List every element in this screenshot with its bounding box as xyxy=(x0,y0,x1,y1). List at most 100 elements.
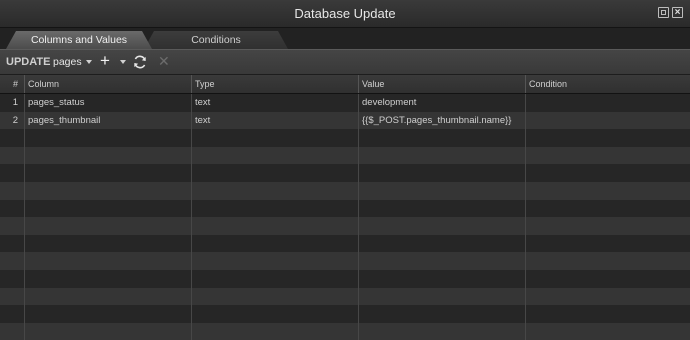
cell-condition[interactable] xyxy=(526,129,690,147)
row-number xyxy=(0,252,25,270)
table-row[interactable] xyxy=(0,199,690,218)
cell-type[interactable]: text xyxy=(192,111,359,130)
cell-condition[interactable] xyxy=(526,200,690,218)
cell-condition[interactable] xyxy=(526,182,690,200)
cell-condition[interactable] xyxy=(526,288,690,306)
cell-value[interactable] xyxy=(359,252,526,270)
cell-value[interactable] xyxy=(359,234,526,253)
cell-value[interactable]: development xyxy=(359,94,526,112)
cell-condition[interactable] xyxy=(526,147,690,165)
row-number xyxy=(0,269,25,288)
row-number xyxy=(0,217,25,235)
cell-condition[interactable] xyxy=(526,305,690,323)
cell-column[interactable] xyxy=(25,252,192,270)
cell-column[interactable] xyxy=(25,164,192,182)
cell-condition[interactable] xyxy=(526,94,690,112)
add-menu-chevron-down-icon[interactable] xyxy=(120,60,126,64)
table-select[interactable]: pages xyxy=(53,56,92,68)
header-column[interactable]: Column xyxy=(25,75,192,93)
update-mode-label: UPDATE xyxy=(6,56,51,68)
cell-column[interactable] xyxy=(25,234,192,253)
tab-columns-and-values[interactable]: Columns and Values xyxy=(6,31,152,49)
cell-column[interactable] xyxy=(25,217,192,235)
cell-value[interactable] xyxy=(359,146,526,165)
header-value[interactable]: Value xyxy=(359,75,526,93)
table-row[interactable]: 1 pages_status text development xyxy=(0,94,690,112)
cell-column[interactable]: pages_thumbnail xyxy=(25,111,192,130)
cell-value[interactable] xyxy=(359,287,526,306)
cell-value[interactable]: {{$_POST.pages_thumbnail.name}} xyxy=(359,111,526,130)
cell-condition[interactable] xyxy=(526,252,690,270)
row-number: 2 xyxy=(0,111,25,130)
cell-value[interactable] xyxy=(359,181,526,200)
chevron-down-icon xyxy=(85,60,92,65)
row-number xyxy=(0,322,25,340)
cell-type[interactable] xyxy=(192,234,359,253)
cell-value[interactable] xyxy=(359,199,526,218)
cell-type[interactable] xyxy=(192,181,359,200)
cell-type[interactable]: text xyxy=(192,94,359,112)
refresh-icon[interactable] xyxy=(132,54,148,75)
cell-condition[interactable] xyxy=(526,235,690,253)
cell-type[interactable] xyxy=(192,164,359,182)
table-row[interactable] xyxy=(0,217,690,235)
close-window-icon[interactable]: × xyxy=(672,7,683,18)
toolbar: UPDATE pages + ✕ xyxy=(0,49,690,75)
cell-type[interactable] xyxy=(192,305,359,323)
tab-conditions[interactable]: Conditions xyxy=(144,31,288,49)
cell-value[interactable] xyxy=(359,305,526,323)
cell-type[interactable] xyxy=(192,252,359,270)
cell-value[interactable] xyxy=(359,129,526,147)
cell-column[interactable] xyxy=(25,305,192,323)
table-row[interactable] xyxy=(0,181,690,200)
table-row[interactable] xyxy=(0,146,690,165)
header-type[interactable]: Type xyxy=(192,75,359,93)
cell-condition[interactable] xyxy=(526,217,690,235)
table-row[interactable] xyxy=(0,234,690,253)
close-icon[interactable]: ✕ xyxy=(158,53,170,69)
cell-column[interactable] xyxy=(25,181,192,200)
row-number xyxy=(0,164,25,182)
cell-type[interactable] xyxy=(192,269,359,288)
cell-column[interactable] xyxy=(25,146,192,165)
row-number xyxy=(0,181,25,200)
cell-column[interactable] xyxy=(25,269,192,288)
cell-condition[interactable] xyxy=(526,164,690,182)
cell-column[interactable] xyxy=(25,322,192,340)
table-row[interactable] xyxy=(0,287,690,306)
cell-type[interactable] xyxy=(192,217,359,235)
cell-type[interactable] xyxy=(192,287,359,306)
table-row[interactable] xyxy=(0,322,690,340)
cell-value[interactable] xyxy=(359,164,526,182)
header-condition[interactable]: Condition xyxy=(526,75,690,93)
cell-column[interactable] xyxy=(25,287,192,306)
plus-icon[interactable]: + xyxy=(100,51,110,71)
cell-type[interactable] xyxy=(192,146,359,165)
tab-strip: Conditions Columns and Values xyxy=(0,28,690,49)
table-select-value: pages xyxy=(53,56,82,68)
cell-type[interactable] xyxy=(192,199,359,218)
row-number xyxy=(0,199,25,218)
table-row[interactable] xyxy=(0,269,690,288)
table-row[interactable]: 2 pages_thumbnail text {{$_POST.pages_thumb… xyxy=(0,111,690,130)
table-row[interactable] xyxy=(0,305,690,323)
cell-type[interactable] xyxy=(192,322,359,340)
header-number: # xyxy=(0,75,25,93)
table-row[interactable] xyxy=(0,129,690,147)
cell-condition[interactable] xyxy=(526,323,690,340)
cell-condition[interactable] xyxy=(526,112,690,130)
cell-column[interactable]: pages_status xyxy=(25,94,192,112)
cell-column[interactable] xyxy=(25,129,192,147)
row-number xyxy=(0,129,25,147)
cell-value[interactable] xyxy=(359,269,526,288)
cell-value[interactable] xyxy=(359,322,526,340)
cell-value[interactable] xyxy=(359,217,526,235)
cell-condition[interactable] xyxy=(526,270,690,288)
cell-type[interactable] xyxy=(192,129,359,147)
row-number xyxy=(0,305,25,323)
table-row[interactable] xyxy=(0,252,690,270)
row-number: 1 xyxy=(0,94,25,112)
cell-column[interactable] xyxy=(25,199,192,218)
maximize-icon[interactable] xyxy=(658,7,669,18)
table-row[interactable] xyxy=(0,164,690,182)
